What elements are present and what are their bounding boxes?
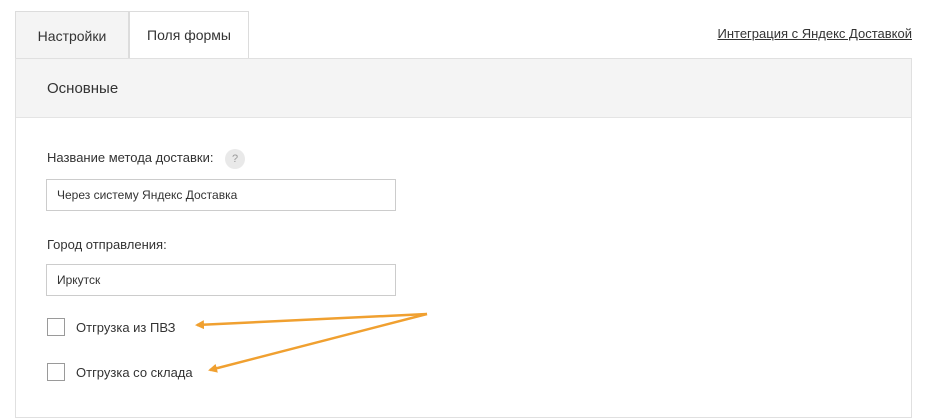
warehouse-checkbox-label: Отгрузка со склада xyxy=(76,364,193,380)
warehouse-checkbox[interactable] xyxy=(47,363,65,381)
section-title: Основные xyxy=(47,79,119,97)
pickup-point-checkbox[interactable] xyxy=(47,318,65,336)
pickup-point-checkbox-label: Отгрузка из ПВЗ xyxy=(76,319,176,335)
section-header: Основные xyxy=(16,59,911,118)
tab-form-fields[interactable]: Поля формы xyxy=(129,11,249,58)
tab-form-fields-label: Поля формы xyxy=(147,27,231,43)
tab-settings-label: Настройки xyxy=(37,27,107,44)
settings-panel: Основные Название метода доставки: ? Гор… xyxy=(15,58,912,418)
method-name-input[interactable] xyxy=(46,179,396,211)
checkbox-row-pickup-point[interactable]: Отгрузка из ПВЗ xyxy=(47,318,175,336)
origin-city-input[interactable] xyxy=(46,264,396,296)
tab-settings[interactable]: Настройки xyxy=(15,11,129,59)
method-name-label: Название метода доставки: xyxy=(47,150,214,165)
origin-city-label: Город отправления: xyxy=(47,237,167,252)
checkbox-row-warehouse[interactable]: Отгрузка со склада xyxy=(47,363,193,381)
yandex-integration-link[interactable]: Интеграция с Яндекс Доставкой xyxy=(717,26,912,41)
help-icon[interactable]: ? xyxy=(225,149,245,169)
